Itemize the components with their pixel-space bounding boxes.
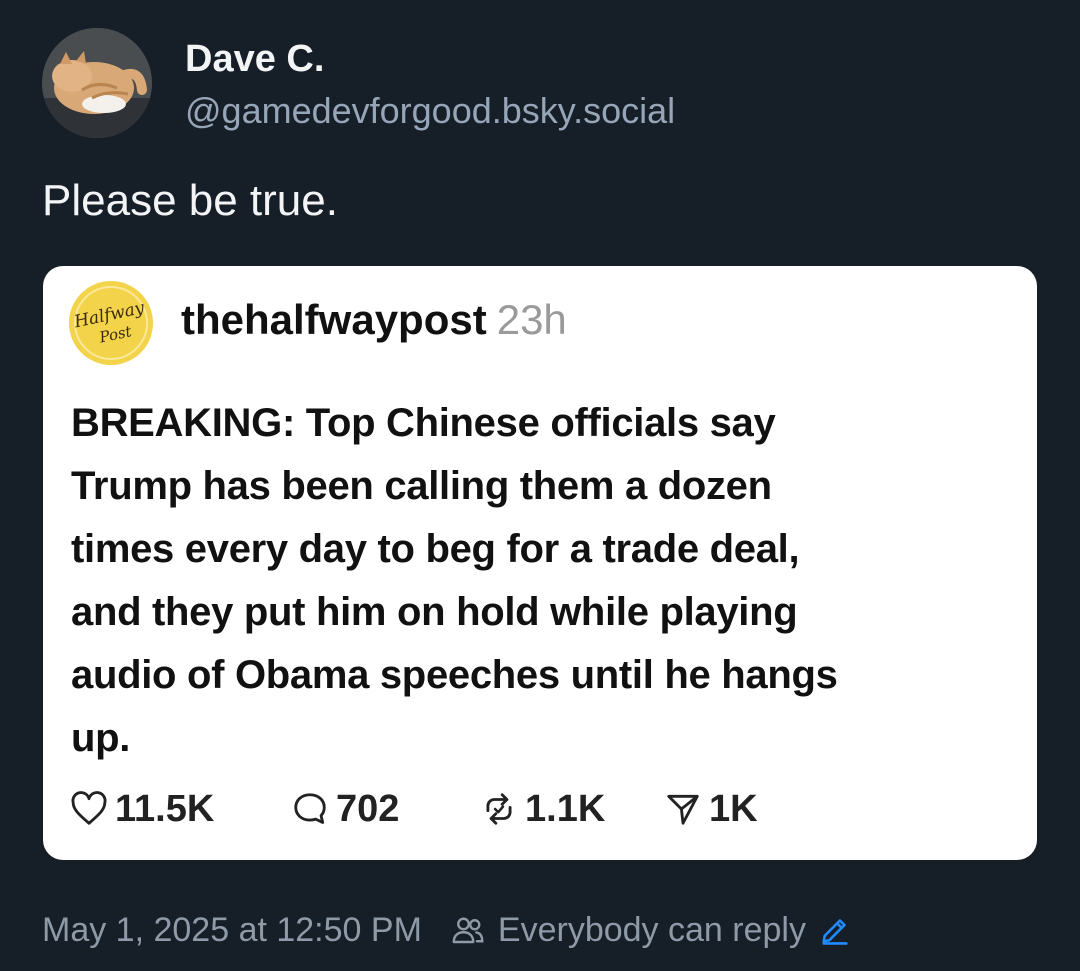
heart-icon [71, 791, 107, 825]
send-icon [667, 794, 699, 825]
quote-body: BREAKING: Top Chinese officials say Trum… [71, 392, 1011, 770]
cat-avatar-icon [42, 28, 152, 138]
people-icon [452, 917, 484, 944]
quote-author-line: thehalfwaypost 23h [181, 296, 567, 344]
author-handle[interactable]: @gamedevforgood.bsky.social [185, 90, 675, 132]
quote-body-line: up. [71, 716, 131, 760]
edit-pencil-icon[interactable] [818, 913, 852, 947]
repost-icon [486, 793, 512, 825]
author-display-name[interactable]: Dave C. [185, 38, 324, 81]
share-count: 1K [709, 787, 758, 830]
quote-body-line: audio of Obama speeches until he hangs [71, 653, 838, 697]
like-stat[interactable]: 11.5K [69, 784, 214, 834]
post-header: Dave C. @gamedevforgood.bsky.social [42, 28, 1042, 140]
halfway-post-logo-icon: Halfway Post [69, 281, 153, 365]
share-stat[interactable]: 1K [663, 784, 758, 834]
quote-author-name[interactable]: thehalfwaypost [181, 296, 487, 343]
post-text: Please be true. [42, 176, 338, 225]
quote-timestamp: 23h [496, 296, 567, 343]
author-avatar[interactable] [42, 28, 152, 138]
repost-stat[interactable]: 1.1K [479, 784, 605, 834]
reply-setting[interactable]: Everybody can reply [498, 911, 806, 950]
quote-body-line: times every day to beg for a trade deal, [71, 527, 800, 571]
quote-post-card[interactable]: Halfway Post thehalfwaypost 23h BREAKING:… [43, 266, 1037, 860]
comment-stat[interactable]: 702 [290, 784, 399, 834]
comment-icon [294, 793, 326, 824]
like-count: 11.5K [115, 787, 215, 830]
post-timestamp: May 1, 2025 at 12:50 PM [42, 910, 422, 949]
halfway-post-logo[interactable]: Halfway Post [68, 280, 154, 366]
quote-body-line: BREAKING: Top Chinese officials say [71, 401, 776, 445]
post-footer: May 1, 2025 at 12:50 PM Everybody can re… [42, 905, 852, 955]
repost-count: 1.1K [525, 787, 606, 830]
quote-body-line: and they put him on hold while playing [71, 590, 798, 634]
comment-count: 702 [336, 787, 400, 830]
quote-stats: 11.5K 702 1.1K 1K [69, 784, 969, 834]
quote-body-line: Trump has been calling them a dozen [71, 464, 772, 508]
